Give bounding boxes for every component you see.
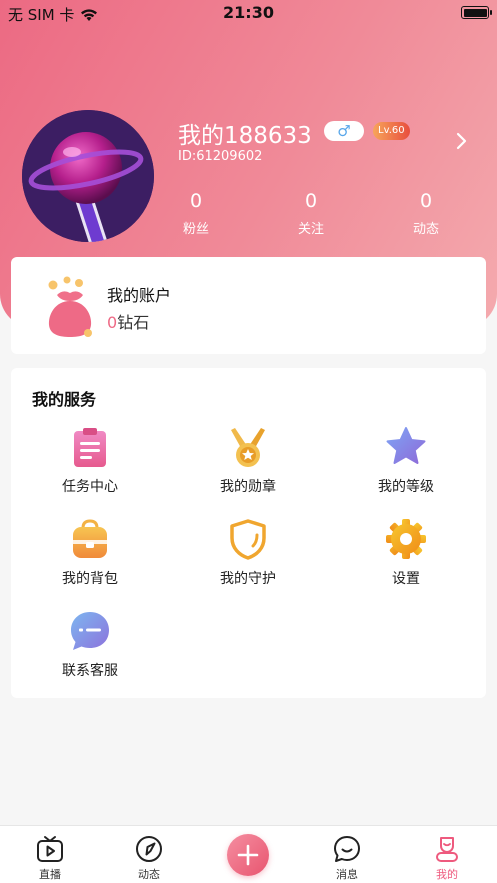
male-gender-icon: ♂	[324, 121, 364, 141]
services-title: 我的服务	[32, 390, 97, 409]
backpack-icon	[73, 519, 107, 558]
create-button[interactable]	[227, 834, 269, 876]
service-my-guardian[interactable]: 我的守护	[183, 518, 313, 588]
tab-label: 动态	[138, 868, 160, 881]
stat-posts-label: 动态	[412, 222, 439, 237]
shield-icon	[230, 519, 266, 560]
tab-moments[interactable]: 动态	[119, 834, 179, 882]
tab-messages[interactable]: 消息	[317, 834, 377, 882]
service-label: 任务中心	[62, 479, 118, 495]
profile-icon	[436, 837, 458, 862]
account-title: 我的账户	[107, 286, 172, 305]
stat-fans-value: 0	[189, 190, 203, 212]
compass-icon	[136, 836, 162, 862]
user-id: ID:61209602	[178, 149, 263, 164]
service-task-center[interactable]: 任务中心	[25, 426, 155, 496]
tab-live[interactable]: 直播	[20, 834, 80, 882]
service-settings[interactable]: 设置	[341, 518, 471, 588]
money-bag-icon	[48, 276, 92, 337]
service-my-medals[interactable]: 我的勋章	[183, 426, 313, 496]
diamond-balance: 0钻石	[107, 309, 149, 333]
stat-following[interactable]: 0 关注	[271, 190, 351, 237]
stat-posts-value: 0	[419, 190, 433, 212]
account-card[interactable]: 我的账户 0钻石	[11, 257, 486, 354]
diamond-count: 0	[107, 313, 118, 332]
tab-mine[interactable]: 我的	[417, 834, 477, 882]
message-icon	[334, 836, 360, 862]
task-clipboard-icon	[74, 428, 106, 467]
star-icon	[386, 427, 426, 464]
diamond-unit: 钻石	[117, 313, 150, 332]
stat-following-value: 0	[304, 190, 318, 212]
service-customer-support[interactable]: 联系客服	[25, 610, 155, 680]
avatar[interactable]	[22, 110, 154, 242]
stat-fans[interactable]: 0 粉丝	[156, 190, 236, 237]
service-my-level[interactable]: 我的等级	[341, 426, 471, 496]
planet-avatar-image	[22, 110, 154, 242]
service-label: 联系客服	[62, 663, 118, 679]
chevron-right-icon[interactable]	[450, 130, 472, 152]
profile-name: 我的188633	[178, 123, 312, 149]
tab-label: 我的	[436, 868, 458, 881]
tv-icon	[37, 836, 63, 862]
service-label: 设置	[392, 571, 420, 587]
service-label: 我的守护	[220, 571, 276, 587]
medal-icon	[231, 428, 265, 467]
bottom-tab-bar: 直播 动态 消息 我的	[0, 825, 497, 883]
stat-fans-label: 粉丝	[182, 222, 209, 237]
battery-icon	[461, 6, 492, 19]
service-label: 我的勋章	[220, 479, 276, 495]
service-label: 我的背包	[62, 571, 118, 587]
clock: 21:30	[223, 3, 274, 22]
gear-icon	[386, 519, 426, 559]
status-bar: 无 SIM 卡 21:30	[0, 0, 497, 26]
tab-label: 直播	[39, 868, 61, 881]
level-badge: Lv.60	[373, 122, 410, 140]
stat-posts[interactable]: 0 动态	[386, 190, 466, 237]
stat-following-label: 关注	[297, 222, 324, 237]
service-my-backpack[interactable]: 我的背包	[25, 518, 155, 588]
chat-bubble-icon	[71, 612, 109, 650]
services-card: 我的服务 任务中心 我的勋章 我的等级 我的背包 我的守护 设置 联系客服	[11, 368, 486, 698]
service-label: 我的等级	[378, 479, 434, 495]
plus-icon	[237, 844, 259, 866]
tab-label: 消息	[336, 868, 358, 881]
